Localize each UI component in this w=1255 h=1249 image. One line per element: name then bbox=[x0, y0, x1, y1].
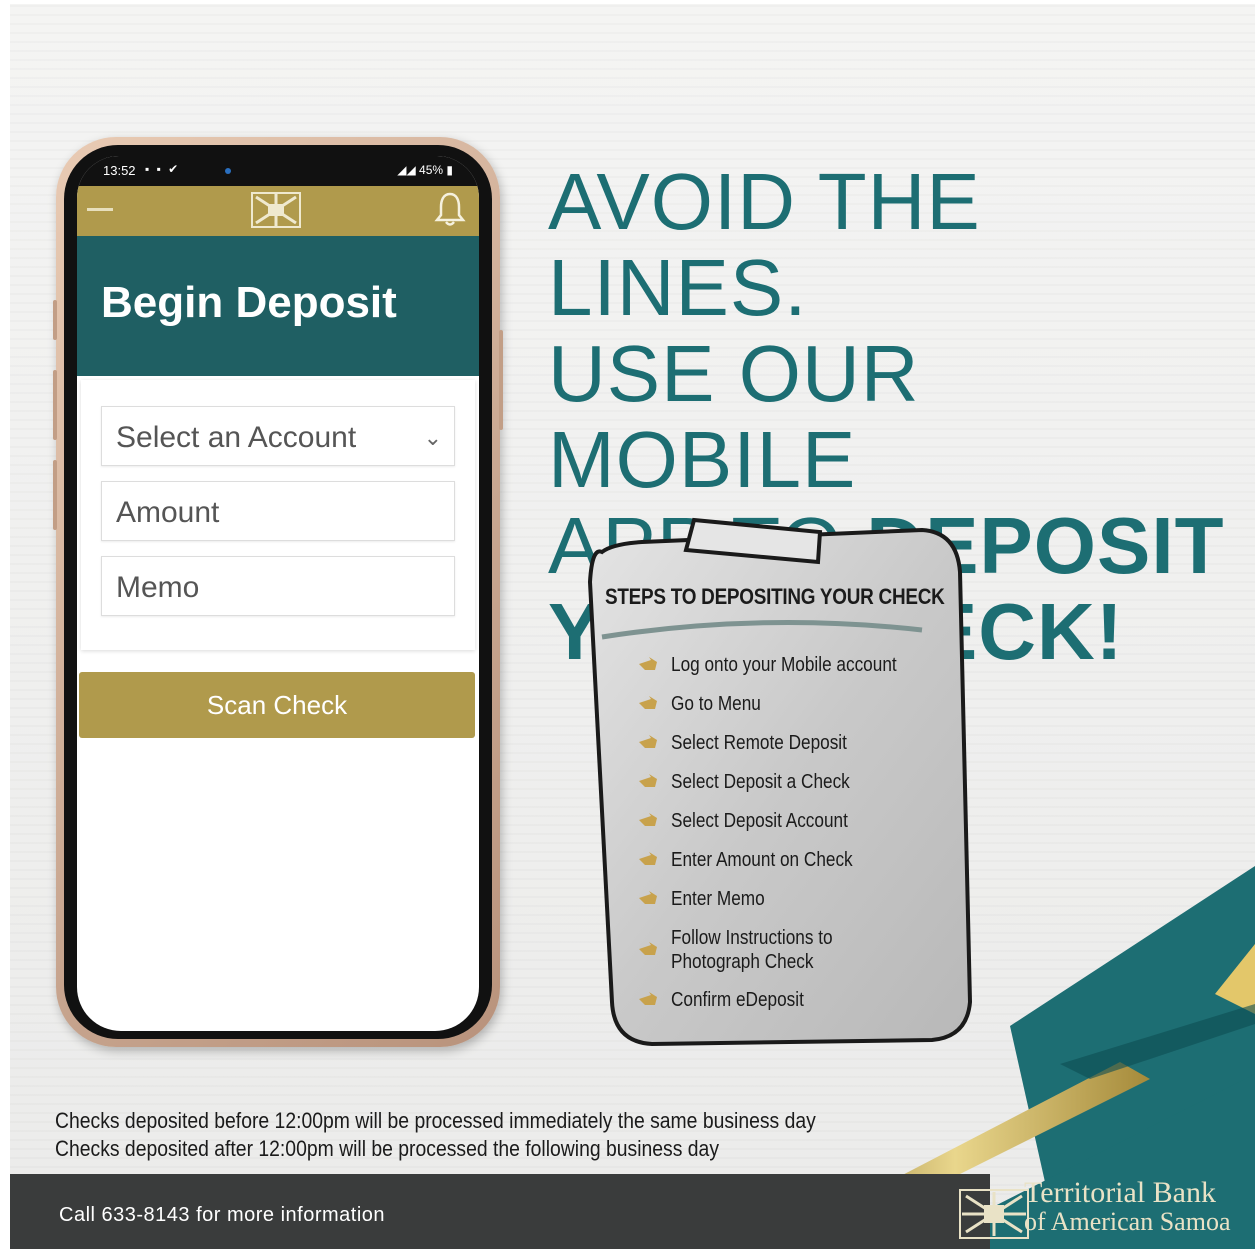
account-select[interactable]: Select an Account ⌄ bbox=[101, 406, 455, 466]
deposit-header: Begin Deposit bbox=[77, 236, 479, 376]
menu-icon[interactable] bbox=[87, 208, 113, 211]
amount-field[interactable]: Amount bbox=[101, 481, 455, 541]
pointing-hand-icon bbox=[639, 852, 657, 865]
pointing-hand-icon bbox=[639, 735, 657, 748]
phone-screen: 13:52 ▪ ▪ ✔ ◢◢ 45% ▮ Begin Deposit Selec… bbox=[77, 156, 479, 1031]
status-bar: 13:52 ▪ ▪ ✔ ◢◢ 45% ▮ bbox=[77, 156, 479, 186]
step-text: Go to Menu bbox=[671, 693, 761, 715]
pointing-hand-icon bbox=[639, 992, 657, 1005]
phone-side-button bbox=[53, 460, 57, 530]
pointing-hand-icon bbox=[639, 942, 657, 955]
battery-percent: 45% bbox=[419, 163, 444, 177]
step-text: Enter Amount on Check bbox=[671, 849, 853, 871]
headline-line-1: AVOID THE LINES. bbox=[548, 157, 981, 332]
call-info: Call 633-8143 for more information bbox=[59, 1204, 386, 1226]
step-text-continued: Photograph Check bbox=[671, 951, 814, 973]
steps-clipboard: STEPS TO DEPOSITING YOUR CHECK Log onto … bbox=[582, 512, 974, 1057]
pointing-hand-icon bbox=[639, 657, 657, 670]
headline-line-2: USE OUR MOBILE bbox=[548, 329, 920, 504]
status-time: 13:52 bbox=[103, 163, 136, 178]
deposit-form: Select an Account ⌄ Amount Memo bbox=[81, 380, 475, 650]
step-text: Follow Instructions to bbox=[671, 927, 833, 949]
camera-icon bbox=[225, 168, 231, 174]
pointing-hand-icon bbox=[639, 813, 657, 826]
account-select-value: Select an Account bbox=[116, 421, 357, 454]
phone-side-button bbox=[53, 370, 57, 440]
memo-placeholder: Memo bbox=[116, 571, 200, 604]
step-text: Select Deposit Account bbox=[671, 810, 848, 832]
steps-title: STEPS TO DEPOSITING YOUR CHECK bbox=[605, 584, 945, 609]
step-text: Log onto your Mobile account bbox=[671, 654, 897, 676]
page-title: Begin Deposit bbox=[101, 278, 397, 327]
processing-note-2: Checks deposited after 12:00pm will be p… bbox=[55, 1136, 720, 1161]
scan-check-button[interactable]: Scan Check bbox=[79, 672, 475, 738]
step-text: Select Remote Deposit bbox=[671, 732, 847, 754]
chevron-down-icon: ⌄ bbox=[423, 425, 442, 450]
brand-name: Territorial Bank bbox=[1024, 1176, 1216, 1209]
memo-field[interactable]: Memo bbox=[101, 556, 455, 616]
battery-level: ◢◢ 45% ▮ bbox=[397, 163, 453, 177]
step-text: Confirm eDeposit bbox=[671, 989, 804, 1011]
step-text: Enter Memo bbox=[671, 888, 765, 910]
bank-logo-icon bbox=[959, 1189, 1029, 1239]
notification-icons: ▪ ▪ ✔ bbox=[145, 162, 181, 176]
amount-placeholder: Amount bbox=[116, 496, 220, 529]
step-text: Select Deposit a Check bbox=[671, 771, 850, 793]
pointing-hand-icon bbox=[639, 696, 657, 709]
bell-icon[interactable] bbox=[433, 191, 467, 227]
phone-power-button bbox=[499, 330, 503, 430]
bank-brand: Territorial Bank of American Samoa bbox=[1024, 1178, 1231, 1236]
pointing-hand-icon bbox=[639, 774, 657, 787]
processing-note-1: Checks deposited before 12:00pm will be … bbox=[55, 1108, 816, 1133]
bank-logo-icon bbox=[251, 192, 301, 228]
phone-side-button bbox=[53, 300, 57, 340]
brand-subname: of American Samoa bbox=[1024, 1207, 1231, 1236]
pointing-hand-icon bbox=[639, 891, 657, 904]
app-bar bbox=[77, 186, 479, 236]
